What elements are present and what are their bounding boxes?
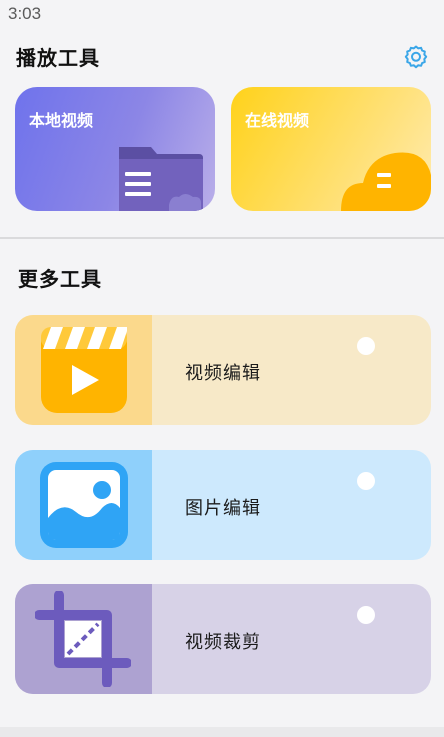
cloud-icon [341,152,431,211]
section-title-play-tools: 播放工具 [16,46,100,70]
tool-icon-box [15,450,152,560]
indicator-dot [357,337,375,355]
local-video-label: 本地视频 [29,111,94,130]
indicator-dot [357,606,375,624]
tool-item-video-edit[interactable]: 视频编辑 [15,315,431,425]
tool-label-video-crop: 视频裁剪 [185,632,261,653]
tool-icon-box [15,315,152,425]
tool-item-image-edit[interactable]: 图片编辑 [15,450,431,560]
tool-icon-box [15,584,152,694]
online-video-card[interactable]: 在线视频 [231,87,431,211]
status-time: 3:03 [8,4,42,23]
gear-icon[interactable] [403,44,429,70]
tool-label-image-edit: 图片编辑 [185,498,261,519]
status-bar: 3:03 [0,0,444,30]
online-video-label: 在线视频 [245,111,310,130]
tool-label-video-edit: 视频编辑 [185,363,261,384]
image-icon [40,462,128,548]
video-clapper-icon [41,327,127,413]
section-title-more-tools: 更多工具 [18,267,102,291]
crop-icon [35,591,131,687]
bottom-strip [0,727,444,737]
local-video-card[interactable]: 本地视频 [15,87,215,211]
indicator-dot [357,472,375,490]
tool-item-video-crop[interactable]: 视频裁剪 [15,584,431,694]
folder-icon [119,147,203,211]
section-divider [0,237,444,239]
